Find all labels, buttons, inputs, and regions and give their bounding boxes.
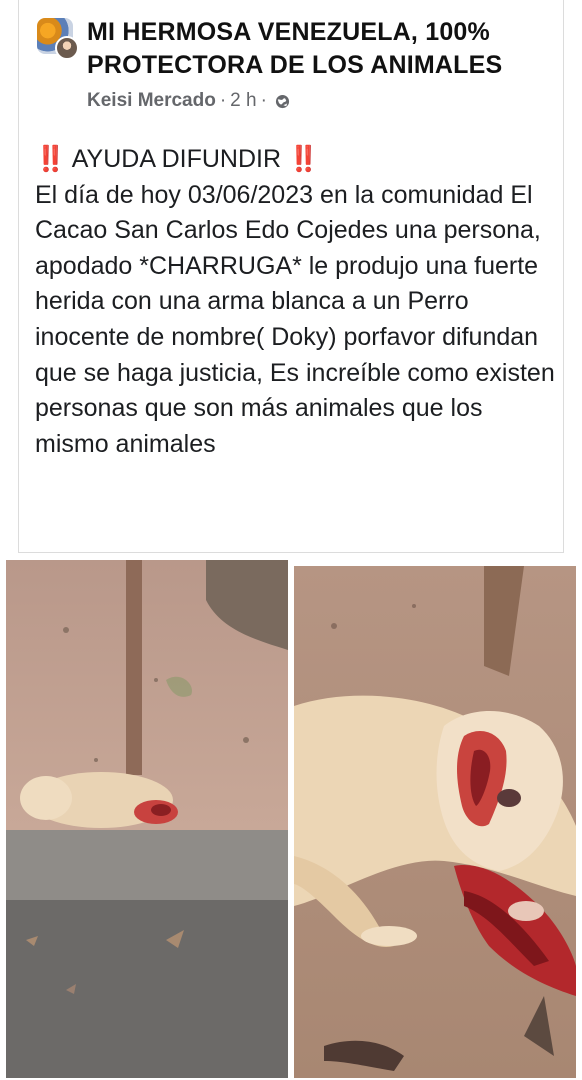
- post-meta: Keisi Mercado · 2 h ·: [87, 90, 290, 112]
- photo-left-canvas: [6, 560, 288, 1078]
- post-card: MI HERMOSA VENEZUELA, 100% PROTECTORA DE…: [18, 0, 564, 553]
- author-name-link[interactable]: Keisi Mercado: [87, 90, 216, 112]
- author-avatar[interactable]: [55, 36, 79, 60]
- globe-icon: [275, 94, 289, 108]
- double-exclamation-icon: ‼️: [35, 145, 67, 173]
- photo-right-canvas: [294, 566, 576, 1078]
- meta-separator: ·: [219, 90, 227, 111]
- photo-injured-dog-closeup[interactable]: [294, 566, 576, 1078]
- group-name-link[interactable]: MI HERMOSA VENEZUELA, 100% PROTECTORA DE…: [87, 16, 557, 82]
- post-heading: ‼️ AYUDA DIFUNDIR ‼️: [35, 142, 555, 178]
- photo-injured-dog-on-curb[interactable]: [6, 560, 288, 1078]
- meta-separator: ·: [260, 90, 267, 111]
- post-body: ‼️ AYUDA DIFUNDIR ‼️ El día de hoy 03/06…: [35, 142, 555, 462]
- post-timestamp[interactable]: 2 h: [230, 90, 256, 112]
- post-heading-text: AYUDA DIFUNDIR: [71, 145, 281, 173]
- post-body-text: El día de hoy 03/06/2023 en la comunidad…: [35, 180, 555, 458]
- double-exclamation-icon: ‼️: [287, 145, 320, 173]
- avatar-stack[interactable]: [37, 18, 79, 60]
